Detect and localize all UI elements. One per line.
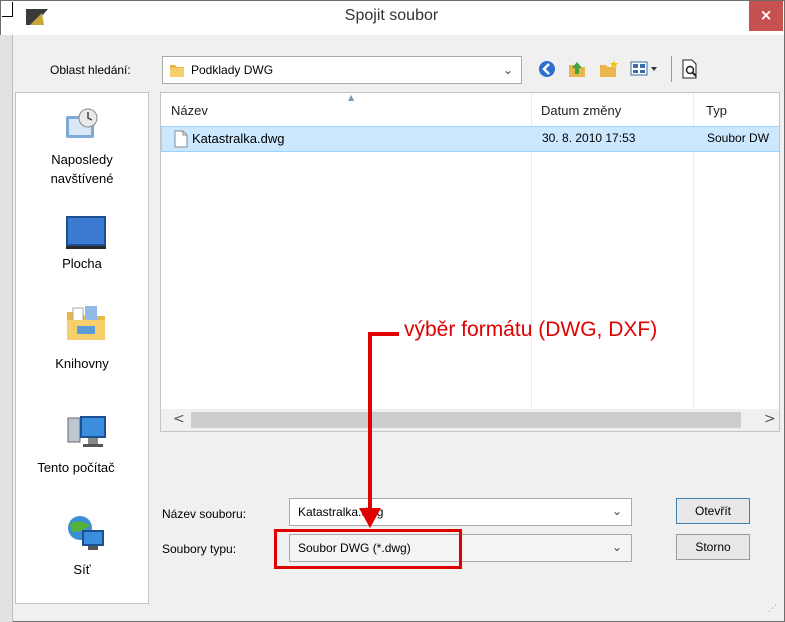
file-list[interactable]: ▲ Název Datum změny Typ Katastralka.dwg … <box>160 92 780 432</box>
this-pc-icon[interactable] <box>66 414 108 453</box>
horizontal-scrollbar[interactable]: < > <box>161 409 779 431</box>
place-label-libraries: Knihovny <box>55 356 109 371</box>
chevron-down-icon: ⌄ <box>612 504 623 518</box>
left-edge <box>0 35 13 622</box>
close-button[interactable]: × <box>749 1 783 31</box>
place-label-recent-2: navštívené <box>50 171 114 186</box>
filetype-label: Soubory typu: <box>162 542 237 556</box>
file-type: Soubor DW <box>707 131 770 145</box>
annotation-text: výběr formátu (DWG, DXF) <box>404 318 658 341</box>
back-icon[interactable] <box>538 60 556 81</box>
window-title: Spojit soubor <box>344 7 439 24</box>
look-in-combo[interactable]: Podklady DWG ⌄ <box>162 56 522 84</box>
sort-ascending-icon: ▲ <box>348 93 355 102</box>
toolbar-separator <box>671 56 672 82</box>
resize-grip-icon[interactable]: ⋰ <box>768 604 777 614</box>
look-in-value: Podklady DWG <box>191 63 274 77</box>
column-header-type[interactable]: Typ <box>706 103 727 118</box>
file-name: Katastralka.dwg <box>192 131 285 146</box>
desktop-icon[interactable] <box>64 214 108 253</box>
folder-icon <box>169 62 185 81</box>
place-label-desktop: Plocha <box>62 256 102 271</box>
chevron-down-icon: ⌄ <box>612 540 623 554</box>
column-header-name[interactable]: Název <box>171 103 208 118</box>
network-icon[interactable] <box>64 514 108 557</box>
place-label-recent-1: Naposledy <box>51 152 113 167</box>
annotation-arrowhead-icon <box>359 508 381 531</box>
up-folder-icon[interactable] <box>567 59 587 82</box>
look-in-label: Oblast hledání: <box>50 63 131 77</box>
scroll-left-button[interactable]: < <box>173 411 185 427</box>
filename-label: Název souboru: <box>162 507 247 521</box>
open-button[interactable]: Otevřít <box>676 498 750 524</box>
place-label-this-pc: Tento počítač <box>37 460 115 475</box>
filename-input[interactable]: Katastralka.dwg ⌄ <box>289 498 632 526</box>
recent-places-icon[interactable] <box>62 106 102 149</box>
column-header-date[interactable]: Datum změny <box>541 103 621 118</box>
annotation-highlight-box <box>274 529 462 569</box>
scroll-right-button[interactable]: > <box>764 411 776 427</box>
scrollbar-thumb[interactable] <box>191 412 741 428</box>
cancel-button[interactable]: Storno <box>676 534 750 560</box>
annotation-line-horizontal <box>369 332 399 336</box>
file-icon <box>174 130 188 151</box>
file-date: 30. 8. 2010 17:53 <box>542 131 636 145</box>
new-folder-icon[interactable] <box>598 59 620 82</box>
place-label-network: Síť <box>73 562 91 577</box>
table-row[interactable]: Katastralka.dwg 30. 8. 2010 17:53 Soubor… <box>161 126 779 152</box>
annotation-line-vertical <box>368 332 372 510</box>
libraries-icon[interactable] <box>65 304 107 347</box>
views-icon[interactable] <box>630 60 660 81</box>
chevron-down-icon: ⌄ <box>503 63 514 77</box>
preview-icon[interactable] <box>680 59 700 82</box>
